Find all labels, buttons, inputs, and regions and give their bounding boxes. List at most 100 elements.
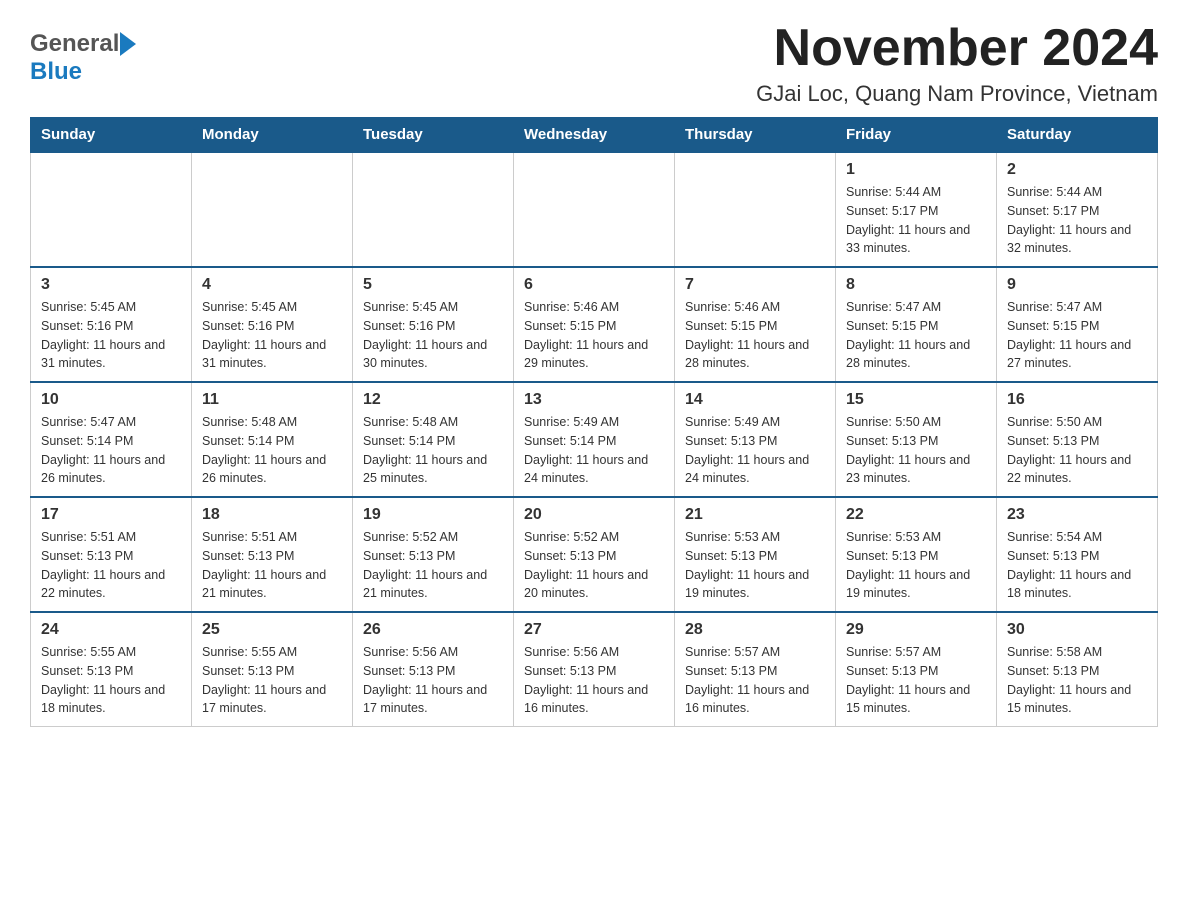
calendar-cell: 26 Sunrise: 5:56 AMSunset: 5:13 PMDayligh…	[353, 612, 514, 727]
day-info: Sunrise: 5:49 AMSunset: 5:14 PMDaylight:…	[524, 413, 664, 488]
day-of-week-thursday: Thursday	[675, 118, 836, 153]
day-number: 24	[41, 621, 181, 639]
calendar-cell: 16Sunrise: 5:50 AMSunset: 5:13 PMDayligh…	[997, 382, 1158, 497]
day-info: Sunrise: 5:54 AMSunset: 5:13 PMDaylight:…	[1007, 528, 1147, 603]
day-info: Sunrise: 5:53 AMSunset: 5:13 PMDaylight:…	[685, 528, 825, 603]
calendar-cell: 17Sunrise: 5:51 AMSunset: 5:13 PMDayligh…	[31, 497, 192, 612]
calendar-cell: 12 Sunrise: 5:48 AMSunset: 5:14 PMDayligh…	[353, 382, 514, 497]
day-info: Sunrise: 5:47 AMSunset: 5:15 PMDaylight:…	[1007, 298, 1147, 373]
day-number: 19	[363, 506, 503, 524]
calendar-cell: 30Sunrise: 5:58 AMSunset: 5:13 PMDayligh…	[997, 612, 1158, 727]
day-info: Sunrise: 5:47 AMSunset: 5:15 PMDaylight:…	[846, 298, 986, 373]
day-number: 27	[524, 621, 664, 639]
day-of-week-monday: Monday	[192, 118, 353, 153]
calendar-cell: 3 Sunrise: 5:45 AMSunset: 5:16 PMDaylight…	[31, 267, 192, 382]
calendar-cell: 23 Sunrise: 5:54 AMSunset: 5:13 PMDayligh…	[997, 497, 1158, 612]
calendar-header: SundayMondayTuesdayWednesdayThursdayFrid…	[31, 118, 1158, 153]
day-of-week-saturday: Saturday	[997, 118, 1158, 153]
day-info: Sunrise: 5:56 AMSunset: 5:13 PMDaylight:…	[363, 643, 503, 718]
calendar-cell: 27 Sunrise: 5:56 AMSunset: 5:13 PMDayligh…	[514, 612, 675, 727]
day-info: Sunrise: 5:44 AMSunset: 5:17 PMDaylight:…	[846, 183, 986, 258]
calendar-cell: 28 Sunrise: 5:57 AMSunset: 5:13 PMDayligh…	[675, 612, 836, 727]
day-of-week-sunday: Sunday	[31, 118, 192, 153]
day-number: 23	[1007, 506, 1147, 524]
day-info: Sunrise: 5:55 AMSunset: 5:13 PMDaylight:…	[202, 643, 342, 718]
day-info: Sunrise: 5:49 AMSunset: 5:13 PMDaylight:…	[685, 413, 825, 488]
calendar-cell: 9Sunrise: 5:47 AMSunset: 5:15 PMDaylight…	[997, 267, 1158, 382]
calendar-cell: 14 Sunrise: 5:49 AMSunset: 5:13 PMDayligh…	[675, 382, 836, 497]
calendar-cell: 25 Sunrise: 5:55 AMSunset: 5:13 PMDayligh…	[192, 612, 353, 727]
days-of-week-row: SundayMondayTuesdayWednesdayThursdayFrid…	[31, 118, 1158, 153]
calendar-cell: 8 Sunrise: 5:47 AMSunset: 5:15 PMDaylight…	[836, 267, 997, 382]
day-number: 28	[685, 621, 825, 639]
day-info: Sunrise: 5:56 AMSunset: 5:13 PMDaylight:…	[524, 643, 664, 718]
day-info: Sunrise: 5:47 AMSunset: 5:14 PMDaylight:…	[41, 413, 181, 488]
calendar-cell: 13Sunrise: 5:49 AMSunset: 5:14 PMDayligh…	[514, 382, 675, 497]
calendar-body: 1 Sunrise: 5:44 AMSunset: 5:17 PMDaylight…	[31, 152, 1158, 727]
day-number: 3	[41, 276, 181, 294]
day-info: Sunrise: 5:51 AMSunset: 5:13 PMDaylight:…	[41, 528, 181, 603]
day-info: Sunrise: 5:45 AMSunset: 5:16 PMDaylight:…	[363, 298, 503, 373]
calendar-cell: 20Sunrise: 5:52 AMSunset: 5:13 PMDayligh…	[514, 497, 675, 612]
day-number: 26	[363, 621, 503, 639]
calendar-cell: 11 Sunrise: 5:48 AMSunset: 5:14 PMDayligh…	[192, 382, 353, 497]
day-number: 18	[202, 506, 342, 524]
day-number: 14	[685, 391, 825, 409]
subtitle: GJai Loc, Quang Nam Province, Vietnam	[756, 81, 1158, 107]
day-info: Sunrise: 5:57 AMSunset: 5:13 PMDaylight:…	[685, 643, 825, 718]
title-block: November 2024 GJai Loc, Quang Nam Provin…	[756, 20, 1158, 107]
day-info: Sunrise: 5:55 AMSunset: 5:13 PMDaylight:…	[41, 643, 181, 718]
day-number: 22	[846, 506, 986, 524]
logo-general-text: General	[30, 30, 119, 58]
day-of-week-tuesday: Tuesday	[353, 118, 514, 153]
week-row-4: 17Sunrise: 5:51 AMSunset: 5:13 PMDayligh…	[31, 497, 1158, 612]
day-of-week-wednesday: Wednesday	[514, 118, 675, 153]
day-info: Sunrise: 5:46 AMSunset: 5:15 PMDaylight:…	[685, 298, 825, 373]
day-number: 7	[685, 276, 825, 294]
calendar-cell: 19Sunrise: 5:52 AMSunset: 5:13 PMDayligh…	[353, 497, 514, 612]
logo-blue-text: Blue	[30, 58, 82, 85]
day-info: Sunrise: 5:48 AMSunset: 5:14 PMDaylight:…	[363, 413, 503, 488]
calendar-cell	[514, 152, 675, 267]
calendar-cell: 6 Sunrise: 5:46 AMSunset: 5:15 PMDaylight…	[514, 267, 675, 382]
day-number: 20	[524, 506, 664, 524]
day-info: Sunrise: 5:46 AMSunset: 5:15 PMDaylight:…	[524, 298, 664, 373]
day-info: Sunrise: 5:45 AMSunset: 5:16 PMDaylight:…	[202, 298, 342, 373]
day-number: 12	[363, 391, 503, 409]
calendar-cell: 1 Sunrise: 5:44 AMSunset: 5:17 PMDaylight…	[836, 152, 997, 267]
day-info: Sunrise: 5:48 AMSunset: 5:14 PMDaylight:…	[202, 413, 342, 488]
week-row-2: 3 Sunrise: 5:45 AMSunset: 5:16 PMDaylight…	[31, 267, 1158, 382]
calendar-cell: 10Sunrise: 5:47 AMSunset: 5:14 PMDayligh…	[31, 382, 192, 497]
calendar-cell	[31, 152, 192, 267]
day-number: 6	[524, 276, 664, 294]
day-info: Sunrise: 5:44 AMSunset: 5:17 PMDaylight:…	[1007, 183, 1147, 258]
calendar-table: SundayMondayTuesdayWednesdayThursdayFrid…	[30, 117, 1158, 727]
day-info: Sunrise: 5:50 AMSunset: 5:13 PMDaylight:…	[1007, 413, 1147, 488]
day-info: Sunrise: 5:57 AMSunset: 5:13 PMDaylight:…	[846, 643, 986, 718]
calendar-cell: 18 Sunrise: 5:51 AMSunset: 5:13 PMDayligh…	[192, 497, 353, 612]
day-number: 5	[363, 276, 503, 294]
day-number: 8	[846, 276, 986, 294]
calendar-cell: 15 Sunrise: 5:50 AMSunset: 5:13 PMDayligh…	[836, 382, 997, 497]
calendar-cell: 21 Sunrise: 5:53 AMSunset: 5:13 PMDayligh…	[675, 497, 836, 612]
day-info: Sunrise: 5:51 AMSunset: 5:13 PMDaylight:…	[202, 528, 342, 603]
day-info: Sunrise: 5:45 AMSunset: 5:16 PMDaylight:…	[41, 298, 181, 373]
day-number: 1	[846, 161, 986, 179]
calendar-cell: 2Sunrise: 5:44 AMSunset: 5:17 PMDaylight…	[997, 152, 1158, 267]
day-number: 25	[202, 621, 342, 639]
calendar-cell	[675, 152, 836, 267]
calendar-cell: 5 Sunrise: 5:45 AMSunset: 5:16 PMDaylight…	[353, 267, 514, 382]
day-info: Sunrise: 5:53 AMSunset: 5:13 PMDaylight:…	[846, 528, 986, 603]
day-number: 29	[846, 621, 986, 639]
day-of-week-friday: Friday	[836, 118, 997, 153]
week-row-1: 1 Sunrise: 5:44 AMSunset: 5:17 PMDaylight…	[31, 152, 1158, 267]
calendar-cell	[353, 152, 514, 267]
logo-arrow-icon	[120, 32, 136, 56]
day-number: 11	[202, 391, 342, 409]
week-row-3: 10Sunrise: 5:47 AMSunset: 5:14 PMDayligh…	[31, 382, 1158, 497]
day-info: Sunrise: 5:50 AMSunset: 5:13 PMDaylight:…	[846, 413, 986, 488]
day-number: 15	[846, 391, 986, 409]
day-number: 21	[685, 506, 825, 524]
calendar-cell: 22 Sunrise: 5:53 AMSunset: 5:13 PMDayligh…	[836, 497, 997, 612]
day-info: Sunrise: 5:58 AMSunset: 5:13 PMDaylight:…	[1007, 643, 1147, 718]
